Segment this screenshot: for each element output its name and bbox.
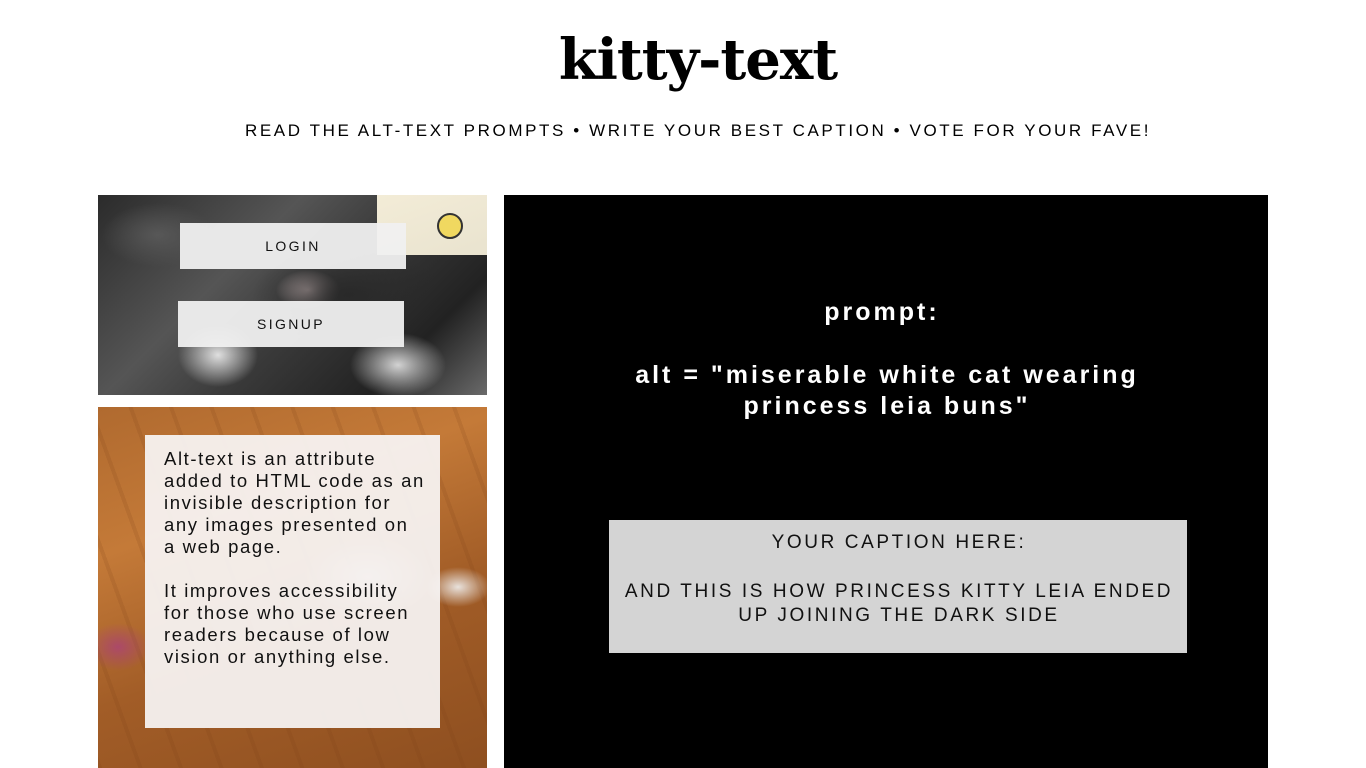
prompt-panel [504, 195, 1268, 768]
caption-text[interactable]: AND THIS IS HOW PRINCESS KITTY LEIA ENDE… [612, 580, 1186, 628]
site-tagline: READ THE ALT-TEXT PROMPTS • WRITE YOUR B… [244, 121, 1152, 140]
info-paragraph-2: It improves accessibility for those who … [164, 580, 410, 667]
info-paragraph-1: Alt-text is an attribute added to HTML c… [164, 448, 425, 557]
login-button[interactable]: LOGIN [180, 223, 406, 269]
site-title: kitty-text [558, 27, 838, 93]
alt-text-info: Alt-text is an attribute added to HTML c… [164, 448, 426, 668]
prompt-label: prompt: [824, 298, 940, 326]
caption-label: YOUR CAPTION HERE: [771, 532, 1027, 553]
prompt-text: alt = "miserable white cat wearing princ… [635, 361, 1139, 420]
page: kitty-text READ THE ALT-TEXT PROMPTS • W… [0, 0, 1366, 768]
signup-button[interactable]: SIGNUP [178, 301, 404, 347]
